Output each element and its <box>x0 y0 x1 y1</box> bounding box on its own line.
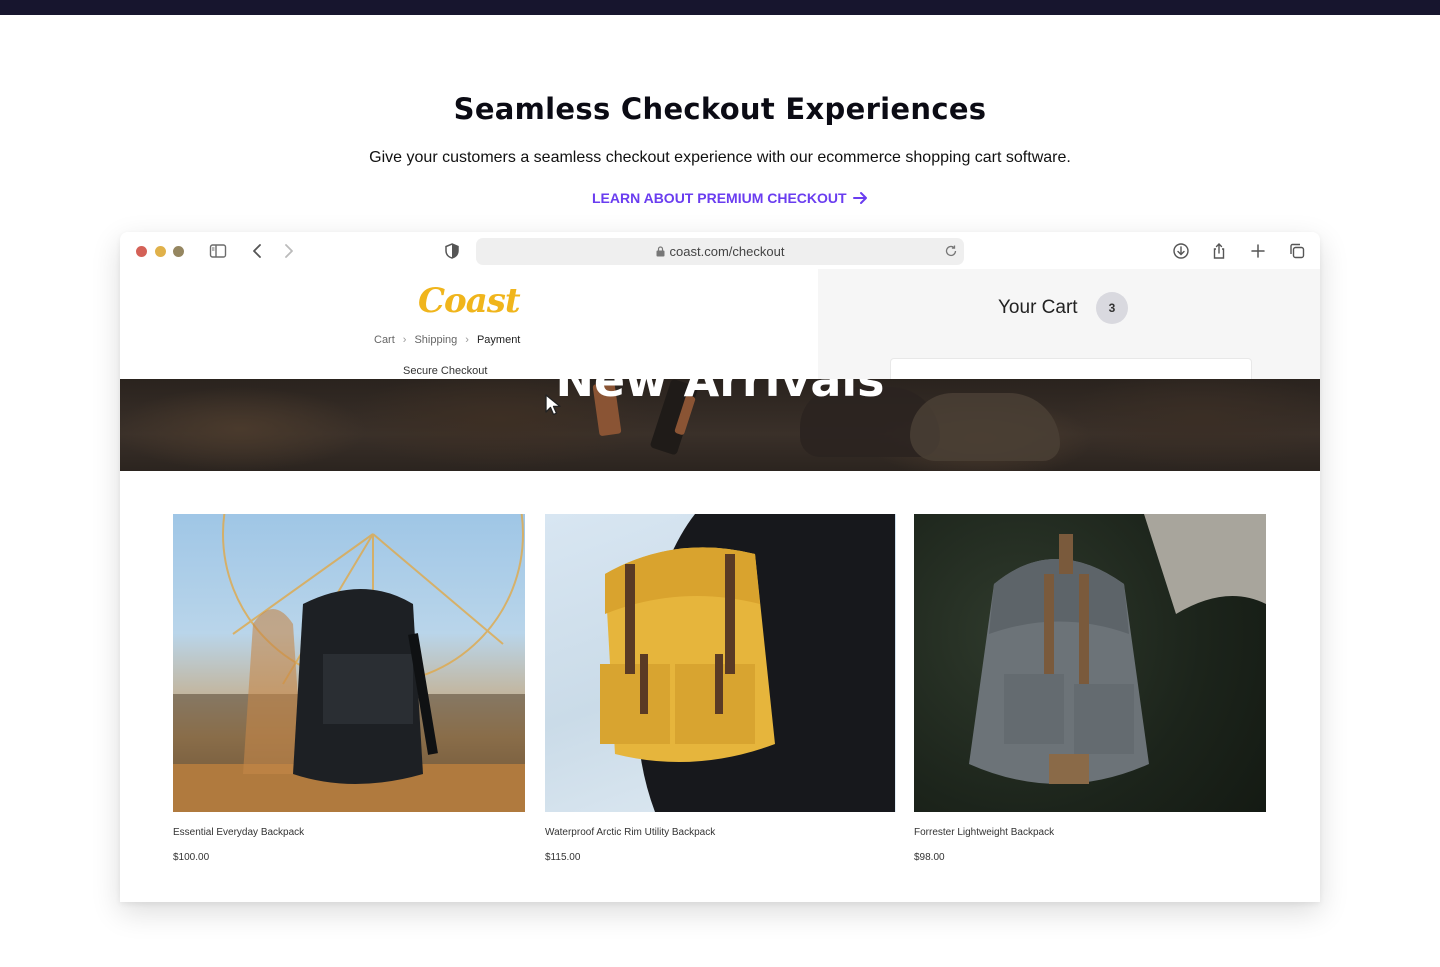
breadcrumb-cart[interactable]: Cart <box>374 334 395 346</box>
minimize-window-button[interactable] <box>155 246 166 257</box>
product-image[interactable] <box>545 514 896 812</box>
cart-summary-pane: Your Cart 3 <box>818 269 1320 388</box>
cta-label: LEARN ABOUT PREMIUM CHECKOUT <box>592 190 847 206</box>
cart-title: Your Cart <box>998 297 1078 318</box>
banner-headline: New Arrivals <box>555 379 885 407</box>
new-arrivals-banner: New Arrivals <box>120 379 1320 471</box>
browser-window: coast.com/checkout Coast Cart › Shipping… <box>120 232 1320 902</box>
checkout-page: Coast Cart › Shipping › Payment Secure C… <box>120 269 1320 388</box>
product-image[interactable] <box>173 514 525 812</box>
product-price: $98.00 <box>914 852 945 863</box>
download-icon[interactable] <box>1170 241 1192 261</box>
breadcrumb-payment[interactable]: Payment <box>477 334 520 346</box>
forward-icon[interactable] <box>277 241 299 261</box>
product-name[interactable]: Waterproof Arctic Rim Utility Backpack <box>545 827 715 838</box>
shield-icon[interactable] <box>441 241 463 261</box>
close-window-button[interactable] <box>136 246 147 257</box>
breadcrumb-shipping[interactable]: Shipping <box>414 334 457 346</box>
product-card[interactable]: Forrester Lightweight Backpack $98.00 <box>914 514 1266 863</box>
section-title: Seamless Checkout Experiences <box>453 92 987 126</box>
coast-logo[interactable]: Coast <box>418 281 521 321</box>
mouse-cursor-icon <box>545 394 561 416</box>
product-card[interactable]: Essential Everyday Backpack $100.00 <box>173 514 525 863</box>
product-name[interactable]: Essential Everyday Backpack <box>173 827 304 838</box>
tabs-icon[interactable] <box>1286 241 1308 261</box>
new-tab-icon[interactable] <box>1247 241 1269 261</box>
back-icon[interactable] <box>247 241 269 261</box>
address-bar[interactable]: coast.com/checkout <box>476 238 964 265</box>
url-text: coast.com/checkout <box>669 244 785 259</box>
share-icon[interactable] <box>1208 241 1230 261</box>
browser-toolbar: coast.com/checkout <box>120 232 1320 269</box>
lock-icon <box>656 246 665 257</box>
product-name[interactable]: Forrester Lightweight Backpack <box>914 827 1054 838</box>
reload-icon[interactable] <box>944 244 958 258</box>
product-card[interactable]: Waterproof Arctic Rim Utility Backpack $… <box>545 514 896 863</box>
product-price: $100.00 <box>173 852 210 863</box>
chevron-right-icon: › <box>402 334 407 346</box>
product-price: $115.00 <box>545 852 581 863</box>
top-bar <box>0 0 1440 15</box>
sidebar-icon[interactable] <box>207 241 229 261</box>
product-image[interactable] <box>914 514 1266 812</box>
breadcrumb: Cart › Shipping › Payment <box>374 334 520 346</box>
arrow-right-icon <box>852 192 867 204</box>
zoom-window-button[interactable] <box>173 246 184 257</box>
secure-checkout-label: Secure Checkout <box>403 365 488 377</box>
cart-count-badge: 3 <box>1096 292 1128 324</box>
section-subtitle: Give your customers a seamless checkout … <box>369 149 1071 166</box>
product-grid: Essential Everyday Backpack $100.00 Wate… <box>120 471 1320 902</box>
learn-premium-checkout-link[interactable]: LEARN ABOUT PREMIUM CHECKOUT <box>592 190 869 206</box>
chevron-right-icon: › <box>465 334 469 346</box>
